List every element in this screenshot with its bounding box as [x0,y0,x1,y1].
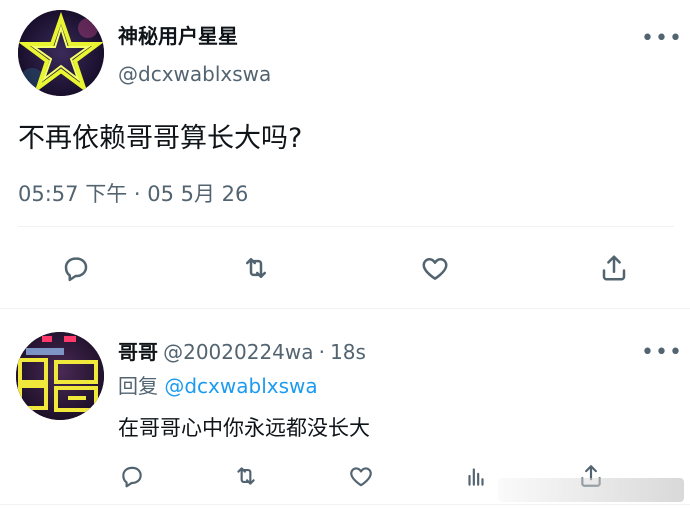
reply-header: 哥哥 @20020224wa · 18s [118,336,366,365]
reply-icon [64,257,88,282]
reply-icon [122,466,142,488]
reply-button[interactable] [56,250,96,286]
heart-icon [350,467,372,487]
retweet-button[interactable] [236,250,276,286]
author-handle[interactable]: @dcxwablxswa [118,62,271,86]
reply-author-display-name[interactable]: 哥哥 [118,340,158,364]
bottom-divider [0,504,690,505]
tweet-timestamp[interactable]: 05:57 下午 · 05 5月 26 [18,178,248,208]
reply-retweet-button[interactable] [229,460,263,492]
retweet-icon [246,258,266,278]
watermark-blur [498,478,684,502]
neon-star-icon [18,10,104,96]
share-button[interactable] [594,250,634,286]
heart-icon [422,258,448,280]
reply-author-avatar[interactable] [16,332,104,420]
reply-more-options-icon[interactable]: ••• [641,342,683,364]
author-avatar[interactable] [18,10,104,96]
replying-to: 回复 @dcxwablxswa [118,370,318,399]
more-options-icon[interactable]: ••• [641,28,683,50]
like-button[interactable] [415,250,455,286]
divider [18,226,674,227]
retweet-icon [237,467,255,485]
reply-reply-button[interactable] [116,460,148,492]
tweet-text: 不再依赖哥哥算长大吗? [18,123,303,154]
reply-analytics-button[interactable] [461,460,491,492]
reply-author-handle[interactable]: @20020224wa [163,340,313,364]
replying-to-handle-link[interactable]: @dcxwablxswa [164,374,317,398]
author-display-name[interactable]: 神秘用户星星 [118,20,238,49]
analytics-icon [468,468,484,486]
replying-to-prefix: 回复 [118,374,158,398]
reply-text: 在哥哥心中你永远都没长大 [118,416,370,440]
divider [0,308,690,309]
reply-like-button[interactable] [345,460,377,492]
reply-time[interactable]: 18s [330,340,366,364]
neon-sign-icon [16,332,104,420]
share-icon [602,255,626,281]
time-separator: · [318,340,325,364]
